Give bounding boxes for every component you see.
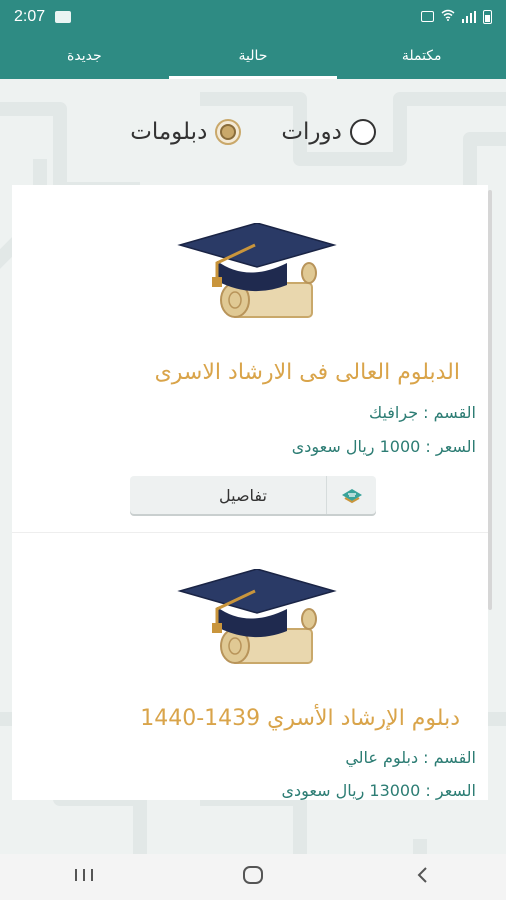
tab-label: حالية: [238, 48, 268, 64]
diploma-price: السعر : 1000 ريال سعودى: [291, 437, 476, 456]
wifi-icon: [441, 9, 455, 24]
tab-current[interactable]: حالية: [168, 33, 338, 79]
details-icon: [326, 476, 376, 514]
recent-apps-icon: [73, 867, 95, 887]
radio-courses-label: دورات: [281, 119, 342, 145]
type-filter: دبلومات دورات: [0, 110, 506, 154]
message-notification-icon: [55, 10, 72, 23]
diploma-title: دبلوم الإرشاد الأسري 1439-1440: [140, 706, 460, 731]
radio-diplomas-label: دبلومات: [130, 119, 208, 145]
diploma-department: القسم : جرافيك: [368, 403, 476, 422]
tab-label: جديدة: [67, 48, 102, 64]
status-bar: 2:07: [0, 0, 506, 33]
radio-courses[interactable]: دورات: [281, 119, 376, 145]
radio-courses-indicator[interactable]: [349, 119, 376, 145]
tab-completed[interactable]: مكتملة: [337, 33, 506, 79]
diploma-card[interactable]: الدبلوم العالى فى الارشاد الاسرى القسم :…: [12, 185, 488, 533]
recent-apps-button[interactable]: [59, 857, 109, 897]
details-button[interactable]: تفاصيل: [130, 476, 376, 514]
diploma-title: الدبلوم العالى فى الارشاد الاسرى: [154, 360, 460, 385]
system-nav-bar: [0, 854, 506, 900]
tab-new[interactable]: جديدة: [0, 33, 169, 79]
tab-label: مكتملة: [401, 48, 442, 64]
diploma-card[interactable]: دبلوم الإرشاد الأسري 1439-1440 القسم : د…: [12, 533, 488, 800]
back-icon: [415, 866, 429, 888]
radio-diplomas[interactable]: دبلومات: [130, 119, 242, 145]
status-time: 2:07: [14, 7, 46, 25]
status-indicators: [420, 9, 492, 24]
back-button[interactable]: [397, 857, 447, 897]
home-icon: [242, 865, 264, 889]
signal-icon: [461, 10, 476, 23]
diploma-department: القسم : دبلوم عالي: [345, 748, 476, 767]
battery-icon: [483, 9, 492, 24]
graduation-cap-icon: [177, 568, 337, 679]
graduation-cap-icon: [177, 222, 337, 333]
alarm-icon: [420, 11, 434, 22]
home-button[interactable]: [228, 857, 278, 897]
list-scrollbar[interactable]: [488, 190, 492, 610]
radio-diplomas-indicator[interactable]: [215, 119, 242, 145]
details-button-label: تفاصيل: [219, 485, 267, 505]
diploma-price: السعر : 13000 ريال سعودى: [281, 781, 477, 800]
tab-bar: جديدة حالية مكتملة: [0, 33, 506, 79]
diploma-list[interactable]: الدبلوم العالى فى الارشاد الاسرى القسم :…: [12, 185, 494, 800]
